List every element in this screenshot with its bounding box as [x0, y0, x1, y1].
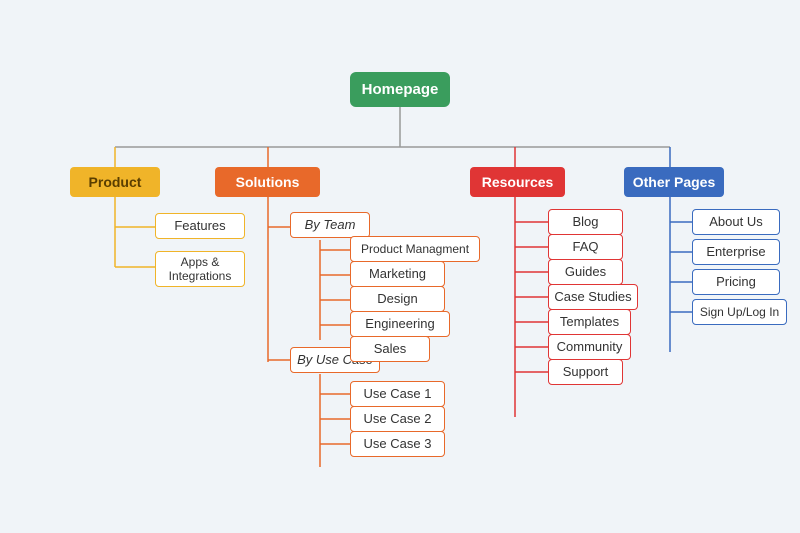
casestudies-node: Case Studies: [548, 284, 638, 310]
resources-node: Resources: [470, 167, 565, 197]
diagram: Homepage Product Solutions Resources Oth…: [10, 12, 790, 522]
templates-node: Templates: [548, 309, 631, 335]
community-node: Community: [548, 334, 631, 360]
solutions-node: Solutions: [215, 167, 320, 197]
apps-node: Apps & Integrations: [155, 251, 245, 287]
productmgmt-node: Product Managment: [350, 236, 480, 262]
marketing-node: Marketing: [350, 261, 445, 287]
sales-node: Sales: [350, 336, 430, 362]
design-node: Design: [350, 286, 445, 312]
support-node: Support: [548, 359, 623, 385]
otherpages-node: Other Pages: [624, 167, 724, 197]
pricing-node: Pricing: [692, 269, 780, 295]
enterprise-node: Enterprise: [692, 239, 780, 265]
aboutus-node: About Us: [692, 209, 780, 235]
homepage-node: Homepage: [350, 72, 450, 107]
usecase2-node: Use Case 2: [350, 406, 445, 432]
signup-node: Sign Up/Log In: [692, 299, 787, 325]
guides-node: Guides: [548, 259, 623, 285]
usecase3-node: Use Case 3: [350, 431, 445, 457]
byteam-node: By Team: [290, 212, 370, 238]
faq-node: FAQ: [548, 234, 623, 260]
product-node: Product: [70, 167, 160, 197]
engineering-node: Engineering: [350, 311, 450, 337]
blog-node: Blog: [548, 209, 623, 235]
usecase1-node: Use Case 1: [350, 381, 445, 407]
features-node: Features: [155, 213, 245, 239]
